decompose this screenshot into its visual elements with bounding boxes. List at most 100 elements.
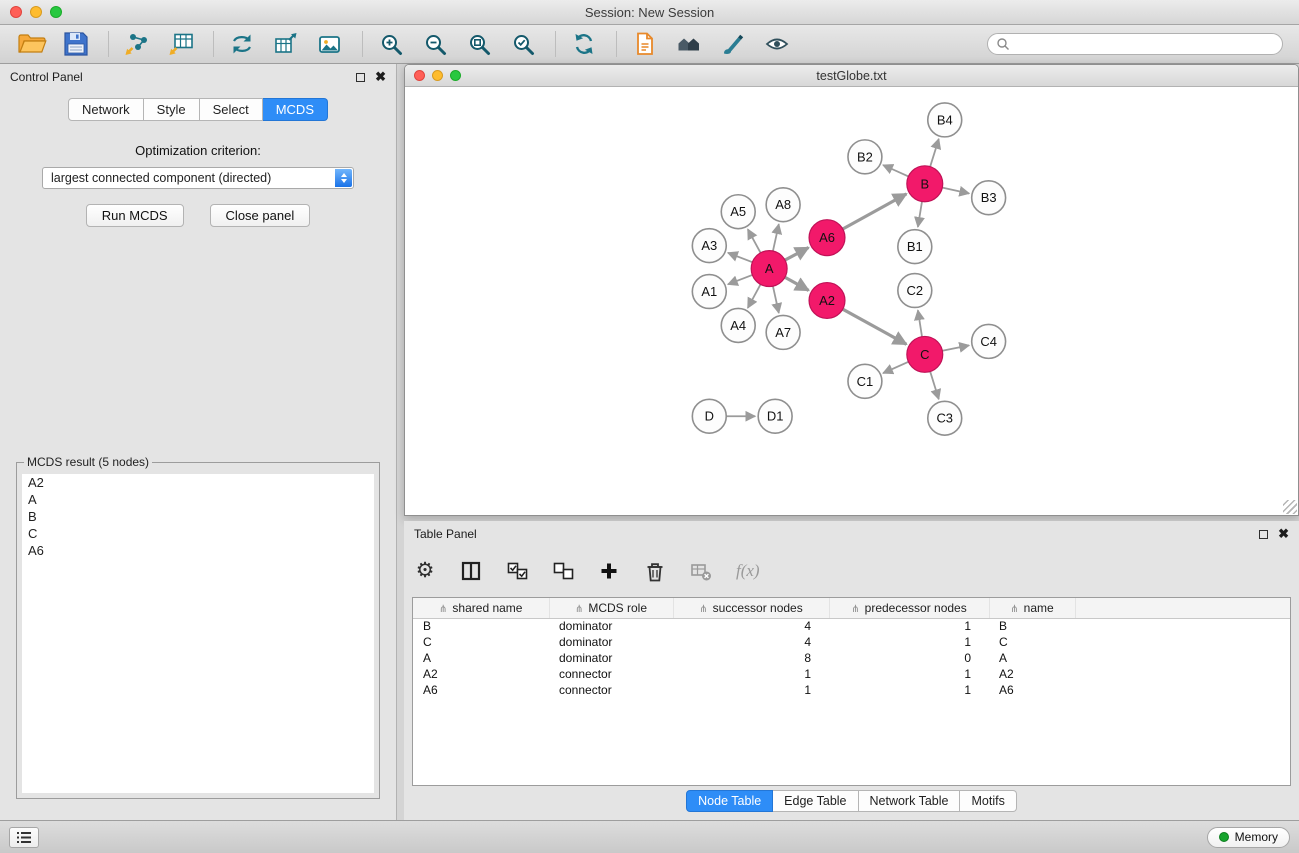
delete-table-button[interactable] bbox=[690, 559, 712, 583]
apply-layout-button[interactable] bbox=[568, 29, 600, 59]
network-graph[interactable]: B4 B2 B B3 A5 A8 A6 B1 A3 A C2 A1 A2 A4 A7 C4 C C1 C3 D D1 bbox=[405, 87, 1298, 515]
graph-edge-B-B2[interactable] bbox=[883, 165, 908, 176]
mcds-result-item[interactable]: A6 bbox=[22, 542, 374, 559]
close-panel-button[interactable]: Close panel bbox=[210, 204, 311, 227]
table-row[interactable]: Adominator80A bbox=[413, 650, 1290, 666]
graph-node-A7[interactable]: A7 bbox=[766, 315, 800, 349]
minimize-window-button[interactable] bbox=[30, 6, 42, 18]
graph-edge-C-C1[interactable] bbox=[883, 362, 908, 373]
column-header-name[interactable]: ⋔name bbox=[989, 598, 1075, 618]
column-header-predecessor-nodes[interactable]: ⋔predecessor nodes bbox=[829, 598, 989, 618]
zoom-fit-button[interactable] bbox=[463, 29, 495, 59]
column-header-successor-nodes[interactable]: ⋔successor nodes bbox=[673, 598, 829, 618]
minimize-network-window-button[interactable] bbox=[432, 70, 443, 81]
column-header-shared-name[interactable]: ⋔shared name bbox=[413, 598, 549, 618]
graph-edge-C-C4[interactable] bbox=[942, 345, 969, 350]
tab-mcds[interactable]: MCDS bbox=[263, 98, 328, 121]
column-header-MCDS-role[interactable]: ⋔MCDS role bbox=[549, 598, 673, 618]
graph-node-C4[interactable]: C4 bbox=[972, 324, 1006, 358]
graph-node-A2[interactable]: A2 bbox=[809, 283, 845, 319]
graph-node-A8[interactable]: A8 bbox=[766, 188, 800, 222]
network-window-titlebar[interactable]: testGlobe.txt bbox=[405, 65, 1298, 87]
select-all-columns-button[interactable] bbox=[506, 559, 528, 583]
mcds-result-item[interactable]: B bbox=[22, 508, 374, 525]
delete-columns-button[interactable] bbox=[644, 559, 666, 583]
graph-node-A3[interactable]: A3 bbox=[692, 229, 726, 263]
mcds-result-item[interactable]: A bbox=[22, 491, 374, 508]
zoom-window-button[interactable] bbox=[50, 6, 62, 18]
open-session-button[interactable] bbox=[16, 29, 48, 59]
graph-edge-B-B3[interactable] bbox=[942, 188, 969, 194]
tab-edge-table[interactable]: Edge Table bbox=[773, 790, 858, 812]
export-table-button[interactable] bbox=[270, 29, 302, 59]
close-window-button[interactable] bbox=[10, 6, 22, 18]
graph-edge-A2-C[interactable] bbox=[843, 309, 907, 344]
graph-node-D[interactable]: D bbox=[692, 399, 726, 433]
tab-style[interactable]: Style bbox=[144, 98, 200, 121]
graph-node-B3[interactable]: B3 bbox=[972, 181, 1006, 215]
graph-node-D1[interactable]: D1 bbox=[758, 399, 792, 433]
tab-motifs[interactable]: Motifs bbox=[960, 790, 1016, 812]
zoom-selected-button[interactable] bbox=[507, 29, 539, 59]
zoom-network-window-button[interactable] bbox=[450, 70, 461, 81]
graph-edge-A-A2[interactable] bbox=[785, 277, 809, 290]
graph-edge-A-A1[interactable] bbox=[728, 275, 752, 284]
show-columns-button[interactable] bbox=[460, 559, 482, 583]
graph-edge-B-B4[interactable] bbox=[930, 139, 939, 167]
close-panel-icon[interactable]: ✖ bbox=[375, 72, 386, 82]
import-network-button[interactable] bbox=[121, 29, 153, 59]
zoom-in-button[interactable] bbox=[375, 29, 407, 59]
search-box[interactable] bbox=[987, 33, 1283, 55]
graph-node-A1[interactable]: A1 bbox=[692, 275, 726, 309]
export-image-button[interactable] bbox=[314, 29, 346, 59]
close-table-panel-icon[interactable]: ✖ bbox=[1278, 529, 1289, 539]
function-builder-button[interactable]: f(x) bbox=[736, 559, 760, 583]
mcds-result-item[interactable]: C bbox=[22, 525, 374, 542]
close-network-window-button[interactable] bbox=[414, 70, 425, 81]
network-canvas[interactable]: B4 B2 B B3 A5 A8 A6 B1 A3 A C2 A1 A2 A4 A7 C4 C C1 C3 D D1 bbox=[405, 87, 1298, 515]
table-row[interactable]: Cdominator41C bbox=[413, 634, 1290, 650]
graph-edge-A-A7[interactable] bbox=[773, 286, 779, 313]
graph-node-C1[interactable]: C1 bbox=[848, 364, 882, 398]
graph-node-C2[interactable]: C2 bbox=[898, 274, 932, 308]
graph-node-B4[interactable]: B4 bbox=[928, 103, 962, 137]
home-button[interactable] bbox=[673, 29, 705, 59]
graph-node-A[interactable]: A bbox=[751, 251, 787, 287]
status-menu-button[interactable] bbox=[9, 827, 39, 848]
show-hide-button[interactable] bbox=[761, 29, 793, 59]
graph-node-B2[interactable]: B2 bbox=[848, 140, 882, 174]
run-mcds-button[interactable]: Run MCDS bbox=[86, 204, 184, 227]
tab-select[interactable]: Select bbox=[200, 98, 263, 121]
zoom-out-button[interactable] bbox=[419, 29, 451, 59]
graph-edge-A-A8[interactable] bbox=[773, 224, 779, 251]
graph-node-C3[interactable]: C3 bbox=[928, 401, 962, 435]
table-settings-button[interactable]: ⚙ bbox=[414, 559, 436, 583]
tab-network[interactable]: Network bbox=[68, 98, 144, 121]
resize-grip[interactable] bbox=[1283, 500, 1297, 514]
table-row[interactable]: Bdominator41B bbox=[413, 618, 1290, 634]
float-table-panel-icon[interactable] bbox=[1259, 530, 1268, 539]
table-row[interactable]: A2connector11A2 bbox=[413, 666, 1290, 682]
tab-network-table[interactable]: Network Table bbox=[859, 790, 961, 812]
graph-node-B[interactable]: B bbox=[907, 166, 943, 202]
graph-node-A5[interactable]: A5 bbox=[721, 195, 755, 229]
graph-edge-B-B1[interactable] bbox=[918, 202, 922, 227]
graph-node-C[interactable]: C bbox=[907, 336, 943, 372]
graph-edge-C-C2[interactable] bbox=[918, 310, 922, 336]
add-column-button[interactable] bbox=[598, 559, 620, 583]
graph-edge-A-A5[interactable] bbox=[748, 229, 761, 253]
graph-node-A4[interactable]: A4 bbox=[721, 308, 755, 342]
graph-edge-A-A4[interactable] bbox=[748, 284, 761, 308]
mcds-result-item[interactable]: A2 bbox=[22, 474, 374, 491]
annotation-button[interactable] bbox=[717, 29, 749, 59]
import-table-button[interactable] bbox=[165, 29, 197, 59]
graph-edge-A-A6[interactable] bbox=[785, 248, 809, 261]
memory-button[interactable]: Memory bbox=[1207, 827, 1290, 848]
graph-edge-A-A3[interactable] bbox=[728, 253, 752, 262]
table-row[interactable]: A6connector11A6 bbox=[413, 682, 1290, 698]
deselect-all-columns-button[interactable] bbox=[552, 559, 574, 583]
graph-edge-C-C3[interactable] bbox=[930, 372, 939, 400]
graph-node-B1[interactable]: B1 bbox=[898, 230, 932, 264]
network-arrows-button[interactable] bbox=[226, 29, 258, 59]
graph-node-A6[interactable]: A6 bbox=[809, 220, 845, 256]
